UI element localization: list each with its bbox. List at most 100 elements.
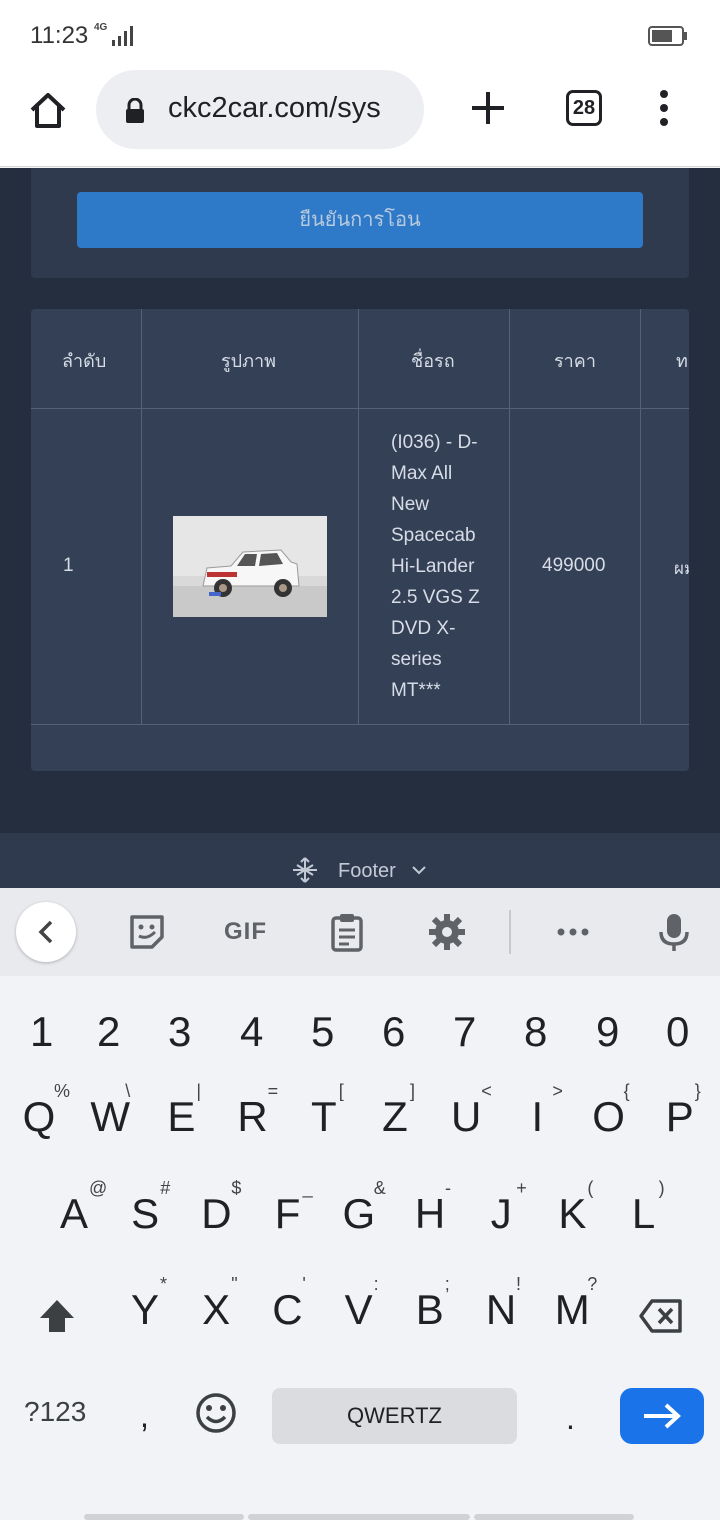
key-1[interactable]: 1 — [30, 1008, 53, 1056]
microphone-icon[interactable] — [654, 912, 694, 952]
tab-switcher-button[interactable]: 28 — [566, 90, 602, 126]
key-secondary-label: } — [694, 1081, 701, 1101]
key-m[interactable]: M? — [537, 1274, 607, 1376]
header-divider — [31, 408, 689, 409]
key-secondary-label: % — [54, 1081, 71, 1101]
key-y[interactable]: Y * — [110, 1274, 180, 1376]
key-l[interactable]: L) — [609, 1178, 679, 1280]
col-divider — [640, 309, 641, 724]
emoji-icon[interactable] — [194, 1391, 238, 1435]
key-2[interactable]: 2 — [97, 1008, 120, 1056]
key-u[interactable]: U < — [431, 1081, 501, 1183]
more-menu-icon[interactable] — [654, 88, 674, 128]
key-3[interactable]: 3 — [168, 1008, 191, 1056]
chevron-down-icon — [412, 866, 426, 875]
key-o[interactable]: O{ — [574, 1081, 644, 1183]
key-secondary-label: ? — [587, 1274, 598, 1294]
key-x[interactable]: X " — [181, 1274, 251, 1376]
key-7[interactable]: 7 — [453, 1008, 476, 1056]
key-secondary-label: & — [373, 1178, 386, 1198]
key-q[interactable]: Q% — [4, 1081, 74, 1183]
key-i[interactable]: I > — [502, 1081, 572, 1183]
move-arrows-icon — [293, 857, 317, 883]
key-4[interactable]: 4 — [240, 1008, 263, 1056]
key-0[interactable]: 0 — [666, 1008, 689, 1056]
key-label: B — [415, 1286, 444, 1333]
signal-icon — [112, 26, 133, 46]
space-key[interactable]: QWERTZ — [272, 1388, 517, 1444]
key-label: K — [558, 1190, 587, 1237]
key-e[interactable]: E | — [146, 1081, 216, 1183]
car-photo[interactable] — [173, 516, 327, 617]
key-n[interactable]: N! — [466, 1274, 536, 1376]
more-icon[interactable] — [553, 912, 593, 952]
key-z[interactable]: Z] — [360, 1081, 430, 1183]
enter-key[interactable] — [620, 1388, 704, 1444]
key-s[interactable]: S # — [110, 1178, 180, 1280]
footer-label: Footer — [338, 860, 396, 882]
key-secondary-label: < — [481, 1081, 492, 1101]
key-5[interactable]: 5 — [311, 1008, 334, 1056]
screen: 11:23 4G ckc2car.com/sys 28 ยืนยันการโอน… — [0, 0, 720, 1520]
key-h[interactable]: H- — [395, 1178, 465, 1280]
shift-icon[interactable] — [36, 1296, 78, 1338]
col-divider — [358, 309, 359, 724]
key-label: Y — [130, 1286, 159, 1333]
home-icon[interactable] — [26, 88, 70, 132]
key-secondary-label: ] — [410, 1081, 416, 1101]
key-w[interactable]: W \ — [75, 1081, 145, 1183]
key-secondary-label: ' — [302, 1274, 306, 1294]
key-label: N — [485, 1286, 517, 1333]
header-index: ลำดับ — [62, 351, 107, 372]
key-label: O — [592, 1093, 625, 1140]
key-secondary-label: : — [373, 1274, 379, 1294]
key-secondary-label: " — [231, 1274, 238, 1294]
sticker-icon[interactable] — [127, 912, 167, 952]
key-secondary-label: = — [267, 1081, 279, 1101]
footer-bar[interactable]: Footer — [0, 833, 720, 888]
address-bar[interactable]: ckc2car.com/sys — [96, 70, 424, 149]
key-label: P — [665, 1093, 694, 1140]
key-c[interactable]: C ' — [252, 1274, 322, 1376]
key-g[interactable]: G & — [324, 1178, 394, 1280]
clipboard-icon[interactable] — [327, 912, 367, 952]
gear-icon[interactable] — [427, 912, 467, 952]
keyboard-toolbar: GIF — [0, 888, 720, 976]
key-secondary-label: [ — [338, 1081, 344, 1101]
car-price: 499000 — [542, 555, 606, 576]
new-tab-icon[interactable] — [466, 86, 510, 130]
key-d[interactable]: D $ — [181, 1178, 251, 1280]
key-r[interactable]: R = — [218, 1081, 288, 1183]
key-t[interactable]: T[ — [289, 1081, 359, 1183]
key-b[interactable]: B; — [395, 1274, 465, 1376]
arrow-right-icon — [644, 1403, 681, 1429]
col-divider — [141, 309, 142, 724]
battery-icon — [648, 26, 687, 46]
symbols-key[interactable]: ?123 — [24, 1396, 86, 1428]
comma-key[interactable]: , — [140, 1398, 149, 1435]
key-f[interactable]: F _ — [253, 1178, 323, 1280]
transfer-card: ยืนยันการโอน — [31, 168, 689, 278]
lock-icon — [126, 98, 144, 123]
gif-button[interactable]: GIF — [224, 918, 267, 946]
backspace-icon[interactable] — [638, 1298, 684, 1334]
web-content: ยืนยันการโอน ลำดับ รูปภาพ ชื่อรถ ราคา ท … — [0, 168, 720, 833]
period-key[interactable]: . — [566, 1400, 575, 1437]
key-6[interactable]: 6 — [382, 1008, 405, 1056]
key-label: T — [310, 1093, 337, 1140]
key-8[interactable]: 8 — [524, 1008, 547, 1056]
collapse-toolbar-button[interactable] — [16, 902, 76, 962]
key-p[interactable]: P} — [645, 1081, 715, 1183]
key-9[interactable]: 9 — [596, 1008, 619, 1056]
status-time: 11:23 — [30, 22, 89, 49]
confirm-transfer-button[interactable]: ยืนยันการโอน — [77, 192, 643, 248]
key-secondary-label: ( — [587, 1178, 594, 1198]
key-a[interactable]: A @ — [39, 1178, 109, 1280]
header-name: ชื่อรถ — [411, 351, 455, 372]
key-v[interactable]: V: — [324, 1274, 394, 1376]
key-j[interactable]: J + — [466, 1178, 536, 1280]
key-k[interactable]: K( — [537, 1178, 607, 1280]
key-secondary-label: ; — [444, 1274, 450, 1294]
key-secondary-label: ) — [658, 1178, 665, 1198]
header-next: ท — [676, 351, 688, 372]
